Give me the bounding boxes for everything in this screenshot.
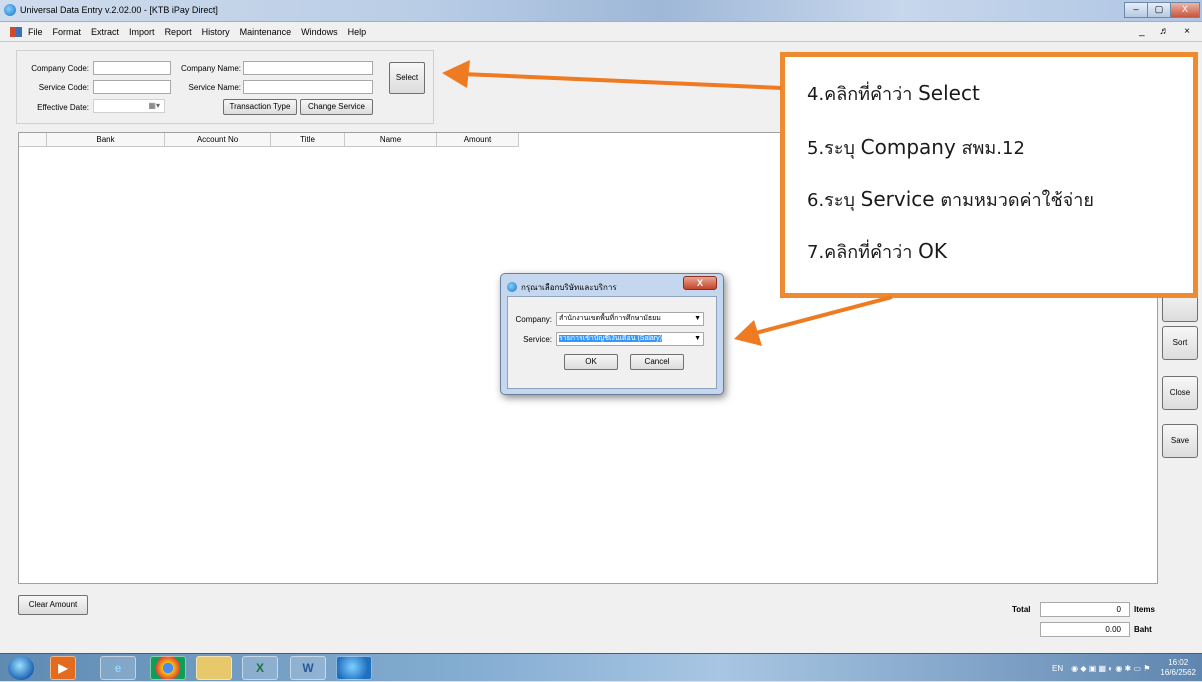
menu-format[interactable]: Format <box>53 27 82 37</box>
service-select[interactable]: รายการเข้าบัญชีเงินเดือน (Salary) ▼ <box>556 332 704 346</box>
menu-import[interactable]: Import <box>129 27 155 37</box>
sort-button[interactable]: Sort <box>1162 326 1198 360</box>
dialog-service-label: Service: <box>523 335 552 344</box>
service-code-label: Service Code: <box>38 83 89 92</box>
service-select-value: รายการเข้าบัญชีเงินเดือน (Salary) <box>559 335 662 342</box>
dialog-ok-button[interactable]: OK <box>564 354 618 370</box>
company-code-input[interactable] <box>93 61 171 75</box>
dialog-company-label: Company: <box>515 315 552 324</box>
instruction-step-7: 7.คลิกที่คำว่า OK <box>807 239 947 263</box>
change-service-button[interactable]: Change Service <box>300 99 373 115</box>
effective-date-input[interactable]: ▦▾ <box>93 99 165 113</box>
service-code-input[interactable] <box>93 80 171 94</box>
tray-icons[interactable]: ◉ ◆ ▣ ▦ ◐ ◉ ✱ ▭ ⚑ <box>1071 664 1150 673</box>
instruction-callout: 4.คลิกที่คำว่า Select 5.ระบุ Company สพม… <box>780 52 1198 298</box>
menu-bar: File Format Extract Import Report Histor… <box>0 22 1202 42</box>
dialog-title: กรุณาเลือกบริษัทและบริการ <box>521 283 617 292</box>
internet-explorer-icon[interactable]: e <box>100 656 136 680</box>
excel-icon[interactable]: X <box>242 656 278 680</box>
calendar-dropdown-icon[interactable]: ▦▾ <box>148 101 160 110</box>
company-code-label: Company Code: <box>31 64 89 73</box>
taskbar-clock[interactable]: 16:02 16/6/2562 <box>1160 658 1196 678</box>
instruction-step-6: 6.ระบุ Service ตามหมวดค่าใช้จ่าย <box>807 187 1094 211</box>
company-name-input[interactable] <box>243 61 373 75</box>
column-title[interactable]: Title <box>271 133 345 147</box>
minimize-button[interactable]: – <box>1124 2 1148 18</box>
transaction-type-button[interactable]: Transaction Type <box>223 99 297 115</box>
menu-history[interactable]: History <box>202 27 230 37</box>
column-name[interactable]: Name <box>345 133 437 147</box>
instruction-step-5: 5.ระบุ Company สพม.12 <box>807 135 1025 159</box>
total-items-field: 0 <box>1040 602 1130 617</box>
clear-amount-button[interactable]: Clear Amount <box>18 595 88 615</box>
file-explorer-icon[interactable] <box>196 656 232 680</box>
close-button[interactable]: Close <box>1162 376 1198 410</box>
company-select-value: สำนักงานเขตพื้นที่การศึกษามัธยม <box>559 315 661 322</box>
menu-report[interactable]: Report <box>165 27 192 37</box>
select-button[interactable]: Select <box>389 62 425 94</box>
select-company-service-dialog: กรุณาเลือกบริษัทและบริการ X Company: สำน… <box>500 273 724 395</box>
menu-file[interactable]: File <box>28 27 43 37</box>
window-controls: – ▢ X <box>1124 2 1200 18</box>
menu-windows[interactable]: Windows <box>301 27 338 37</box>
menu-maintenance[interactable]: Maintenance <box>240 27 292 37</box>
app-logo-icon <box>4 4 16 16</box>
menu-help[interactable]: Help <box>348 27 367 37</box>
chevron-down-icon: ▼ <box>694 333 701 345</box>
language-indicator[interactable]: EN <box>1052 664 1063 673</box>
dialog-cancel-button[interactable]: Cancel <box>630 354 684 370</box>
system-tray: EN ◉ ◆ ▣ ▦ ◐ ◉ ✱ ▭ ⚑ 16:02 16/6/2562 <box>1048 654 1196 682</box>
window-titlebar: Universal Data Entry v.2.02.00 - [KTB iP… <box>0 0 1202 22</box>
ktb-app-icon[interactable] <box>336 656 372 680</box>
column-bank[interactable]: Bank <box>47 133 165 147</box>
instruction-step-4: 4.คลิกที่คำว่า Select <box>807 81 980 105</box>
close-window-button[interactable]: X <box>1170 2 1200 18</box>
mdi-controls[interactable]: _ ♬ × <box>1139 26 1196 37</box>
clock-date: 16/6/2562 <box>1160 668 1196 677</box>
company-service-form: Company Code: Company Name: Service Code… <box>16 50 434 124</box>
menu-extract[interactable]: Extract <box>91 27 119 37</box>
windows-start-button[interactable] <box>8 656 34 680</box>
dialog-body: Company: สำนักงานเขตพื้นที่การศึกษามัธยม… <box>507 296 717 389</box>
column-account-no[interactable]: Account No <box>165 133 271 147</box>
save-button[interactable]: Save <box>1162 424 1198 458</box>
effective-date-label: Effective Date: <box>37 103 89 112</box>
company-name-label: Company Name: <box>180 64 241 73</box>
maximize-button[interactable]: ▢ <box>1147 2 1171 18</box>
items-label: Items <box>1134 605 1155 614</box>
chrome-icon[interactable] <box>150 656 186 680</box>
service-name-input[interactable] <box>243 80 373 94</box>
mdi-document-icon[interactable] <box>10 26 22 37</box>
grid-header: Bank Account No Title Name Amount <box>19 133 519 147</box>
service-name-label: Service Name: <box>188 83 241 92</box>
window-title: Universal Data Entry v.2.02.00 - [KTB iP… <box>20 5 218 15</box>
word-icon[interactable]: W <box>290 656 326 680</box>
clock-time: 16:02 <box>1168 658 1189 667</box>
chevron-down-icon: ▼ <box>694 313 701 325</box>
total-baht-field: 0.00 <box>1040 622 1130 637</box>
company-select[interactable]: สำนักงานเขตพื้นที่การศึกษามัธยม ▼ <box>556 312 704 326</box>
media-player-icon[interactable]: ▶ <box>50 656 76 680</box>
windows-taskbar: ▶ e X W EN ◉ ◆ ▣ ▦ ◐ ◉ ✱ ▭ ⚑ 16:02 16/6/… <box>0 653 1202 681</box>
grid-row-header-cell <box>19 133 47 147</box>
total-label: Total <box>1012 605 1031 614</box>
baht-label: Baht <box>1134 625 1152 634</box>
column-amount[interactable]: Amount <box>437 133 519 147</box>
dialog-app-icon <box>507 282 517 292</box>
dialog-close-button[interactable]: X <box>683 276 717 290</box>
